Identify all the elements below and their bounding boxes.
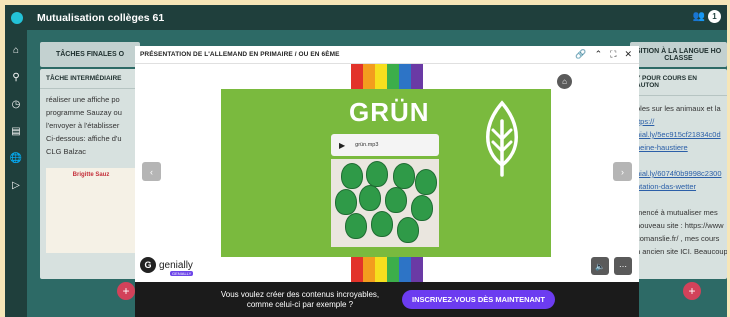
card-line xyxy=(636,154,721,167)
genially-brand: genially xyxy=(159,259,193,271)
search-icon[interactable]: ⚲ xyxy=(5,64,27,91)
home-button[interactable]: ⌂ xyxy=(557,74,572,89)
play-icon[interactable]: ▶ xyxy=(339,141,345,150)
add-post-button[interactable]: + xyxy=(117,282,135,300)
card-title: Y POUR COURS EN AUTON xyxy=(630,69,727,96)
card-link[interactable]: heine-haustiere xyxy=(636,141,721,154)
card-link[interactable]: ttps:// xyxy=(636,115,721,128)
card-body: réaliser une affiche po programme Sauzay… xyxy=(40,89,140,162)
modal-title: PRÉSENTATION DE L'ALLEMAND EN PRIMAIRE /… xyxy=(140,51,340,58)
fullscreen-icon[interactable]: ⛶ xyxy=(610,49,616,60)
audio-file-name: grün.mp3 xyxy=(355,142,379,148)
card-link[interactable]: nial.ly/5ec915cf21834c0d xyxy=(636,128,721,141)
close-icon[interactable]: ✕ xyxy=(624,49,632,60)
cta-text-line: comme celui-ci par exemple ? xyxy=(246,299,354,309)
column-header-right[interactable]: SITION À LA LANGUE HO CLASSE xyxy=(630,42,727,67)
rainbow-stripes-top xyxy=(351,64,423,89)
add-post-button[interactable]: + xyxy=(683,282,701,300)
genially-icon: G xyxy=(140,257,156,273)
leaf-icon xyxy=(486,100,518,177)
card-line: Ci-dessous: affiche d'u xyxy=(46,134,122,143)
green-eggs-image xyxy=(331,159,439,247)
cta-text: Vous voulez créer des contenus incroyabl… xyxy=(205,290,395,310)
card-body: oles sur les animaux et la ttps://nial.ly… xyxy=(630,96,727,264)
card-line: réaliser une affiche po xyxy=(46,95,120,104)
column-card-left[interactable]: TÂCHE INTERMÉDIAIRE réaliser une affiche… xyxy=(40,69,140,279)
globe-icon[interactable]: 🌐 xyxy=(5,145,27,172)
cta-text-line: Vous voulez créer des contenus incroyabl… xyxy=(220,289,380,299)
column-header-taches-finales[interactable]: TÂCHES FINALES O xyxy=(40,42,140,67)
card-line: programme Sauzay ou xyxy=(46,108,122,117)
next-slide-button[interactable]: › xyxy=(613,162,632,181)
sound-button[interactable]: 🔈 xyxy=(591,257,609,275)
card-title: TÂCHE INTERMÉDIAIRE xyxy=(40,69,140,89)
app-window: Mutualisation collèges 61 👥 1 ⌂ ⚲ ◷ ▤ 🌐 … xyxy=(5,5,727,317)
top-bar: Mutualisation collèges 61 👥 1 xyxy=(5,5,727,30)
users-icon: 👥 xyxy=(692,11,705,22)
left-nav: ⌂ ⚲ ◷ ▤ 🌐 ▷ xyxy=(5,30,27,317)
poster-title: Brigitte Sauz xyxy=(72,172,110,178)
audio-player[interactable]: ▶ grün.mp3 xyxy=(331,134,439,156)
card-line: comanslie.fr/ , mes cours xyxy=(636,234,720,243)
link-icon[interactable]: 🔗 xyxy=(575,49,586,60)
column-header-label: SITION À LA LANGUE HO xyxy=(635,47,722,55)
user-count-badge: 1 xyxy=(708,10,721,23)
modal-header: PRÉSENTATION DE L'ALLEMAND EN PRIMAIRE /… xyxy=(135,46,639,64)
modal-controls: 🔗 ⌃ ⛶ ✕ xyxy=(575,49,639,60)
column-header-label: TÂCHES FINALES O xyxy=(55,51,125,58)
app-title: Mutualisation collèges 61 xyxy=(37,11,165,24)
home-icon[interactable]: ⌂ xyxy=(5,37,27,64)
genially-tag: GENIALLY xyxy=(170,271,194,276)
column-header-label: CLASSE xyxy=(664,54,693,62)
card-line: l'envoyer à l'établisser xyxy=(46,121,120,130)
play-square-icon[interactable]: ▷ xyxy=(5,172,27,199)
rainbow-stripes-bottom xyxy=(351,257,423,282)
chevron-up-icon[interactable]: ⌃ xyxy=(595,49,603,60)
message-icon[interactable]: ▤ xyxy=(5,118,27,145)
cta-bar: Vous voulez créer des contenus incroyabl… xyxy=(135,282,639,317)
card-line: nouveau site : https://www xyxy=(636,221,724,230)
card-link[interactable]: nial.ly/6074f0b9998c2300 xyxy=(636,167,722,180)
clock-icon[interactable]: ◷ xyxy=(5,91,27,118)
more-options-button[interactable]: ⋯ xyxy=(614,257,632,275)
app-logo[interactable] xyxy=(11,11,23,24)
genially-logo[interactable]: G genially GENIALLY xyxy=(140,257,194,276)
slide-card: GRÜN ▶ grün.mp3 xyxy=(221,89,551,257)
card-line: oles sur les animaux et la xyxy=(636,104,721,113)
users-indicator[interactable]: 👥 1 xyxy=(693,10,721,23)
previous-slide-button[interactable]: ‹ xyxy=(142,162,161,181)
card-link[interactable]: ntation-das-wetter xyxy=(636,180,721,193)
column-card-right[interactable]: Y POUR COURS EN AUTON oles sur les anima… xyxy=(630,69,727,279)
poster-thumbnail[interactable]: Brigitte Sauz xyxy=(46,168,136,253)
card-line xyxy=(636,193,721,206)
card-line: CLG Balzac xyxy=(46,147,87,156)
card-line: mencé à mutualiser mes xyxy=(636,208,718,217)
presentation-modal: PRÉSENTATION DE L'ALLEMAND EN PRIMAIRE /… xyxy=(135,46,639,317)
card-line: n ancien site ICI. Beaucoup xyxy=(636,247,727,256)
signup-button[interactable]: INSCRIVEZ-VOUS DÈS MAINTENANT xyxy=(402,290,555,309)
slide-stage: GRÜN ▶ grün.mp3 ⌂ ‹ › G genially GENIALL… xyxy=(135,64,639,282)
slide-word: GRÜN xyxy=(349,97,430,127)
